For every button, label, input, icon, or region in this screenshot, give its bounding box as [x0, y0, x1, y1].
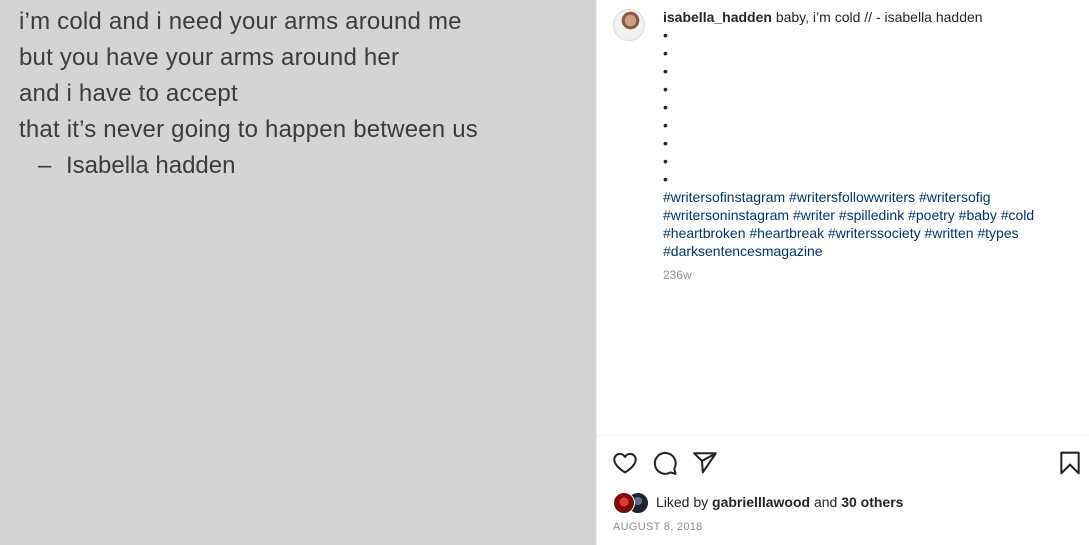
post-caption: isabella_hadden baby, i’m cold // - isab… [663, 8, 1073, 284]
poem-signature: – Isabella hadden [38, 148, 235, 184]
likes-others[interactable]: 30 others [841, 494, 903, 510]
post-details: isabella_hadden baby, i’m cold // - isab… [597, 0, 1089, 545]
caption-hashtags[interactable]: #writersofinstagram #writersfollowwriter… [663, 188, 1073, 260]
paper-plane-icon[interactable] [692, 450, 718, 476]
caption-bullet [663, 134, 1073, 152]
author-avatar[interactable] [613, 9, 645, 41]
poem-text: i’m cold and i need your arms around me … [19, 4, 478, 148]
caption-bullet [663, 44, 1073, 62]
liker-avatars[interactable] [613, 491, 651, 514]
caption-bullet [663, 170, 1073, 188]
comment-icon[interactable] [652, 450, 678, 476]
author-username[interactable]: isabella_hadden [663, 9, 772, 25]
bookmark-icon[interactable] [1057, 450, 1083, 476]
caption-bullets [663, 26, 1073, 188]
caption-bullet [663, 62, 1073, 80]
post-date[interactable]: August 8, 2018 [613, 521, 703, 533]
poem-line: that it’s never going to happen between … [19, 116, 478, 143]
caption-bullet [663, 152, 1073, 170]
post-image: i’m cold and i need your arms around me … [0, 0, 596, 545]
liker-username[interactable]: gabrielllawood [712, 494, 810, 510]
caption-bullet [663, 98, 1073, 116]
signature-name: Isabella hadden [66, 152, 236, 179]
caption-text: baby, i’m cold // - isabella hadden [775, 9, 983, 25]
heart-icon[interactable] [612, 450, 638, 476]
poem-line: but you have your arms around her [19, 44, 400, 71]
signature-dash: – [38, 152, 52, 179]
poem-line: and i have to accept [19, 80, 238, 107]
caption-bullet [663, 116, 1073, 134]
likes-summary: Liked by gabrielllawood and 30 others [613, 491, 903, 514]
likes-and: and [813, 494, 838, 510]
caption-bullet [663, 80, 1073, 98]
poem-line: i’m cold and i need your arms around me [19, 8, 462, 35]
liker-avatar[interactable] [613, 492, 635, 514]
caption-bullet [663, 26, 1073, 44]
action-bar [597, 436, 1089, 488]
post-time-ago[interactable]: 236w [663, 266, 1073, 284]
likes-prefix: Liked by [656, 494, 709, 510]
